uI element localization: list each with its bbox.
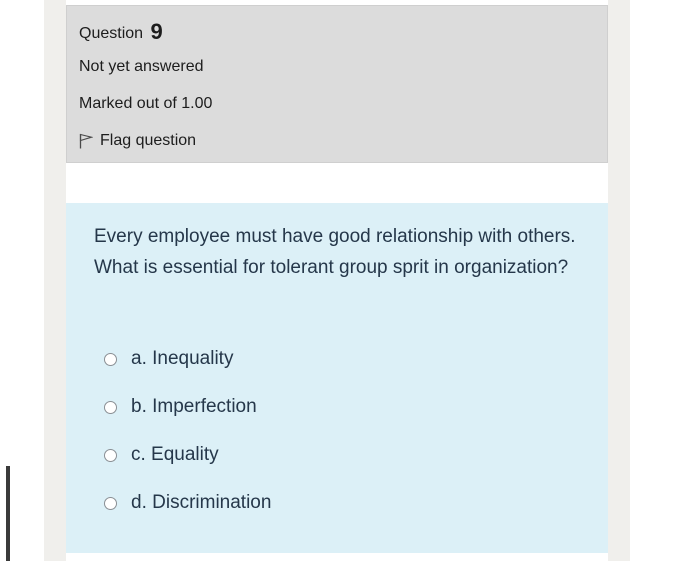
radio-d[interactable]	[104, 496, 117, 510]
left-edge-bar	[6, 466, 10, 561]
quiz-page: Question 9 Not yet answered Marked out o…	[0, 0, 700, 561]
answer-option-c[interactable]: c. Equality	[104, 444, 219, 466]
question-heading: Question 9	[79, 19, 163, 45]
answer-option-d[interactable]: d. Discrimination	[104, 492, 271, 514]
question-content: Every employee must have good relationsh…	[66, 203, 608, 553]
answer-option-b[interactable]: b. Imperfection	[104, 396, 257, 418]
left-margin-rail	[44, 0, 66, 561]
answer-option-a[interactable]: a. Inequality	[104, 348, 233, 370]
radio-b[interactable]	[104, 400, 117, 414]
question-state: Not yet answered	[79, 58, 204, 75]
right-margin-rail	[608, 0, 630, 561]
answer-label-d: d. Discrimination	[131, 492, 272, 513]
radio-c[interactable]	[104, 448, 117, 462]
question-number: 9	[150, 19, 163, 44]
answer-label-c: c. Equality	[131, 444, 219, 465]
question-label: Question	[79, 25, 144, 42]
question-info-panel: Question 9 Not yet answered Marked out o…	[66, 5, 608, 163]
flag-question-link[interactable]: Flag question	[79, 132, 196, 150]
answer-label-b: b. Imperfection	[131, 396, 257, 417]
radio-a[interactable]	[104, 352, 117, 366]
question-text: Every employee must have good relationsh…	[94, 226, 576, 278]
answer-label-a: a. Inequality	[131, 348, 234, 369]
flag-icon	[79, 133, 94, 149]
question-grade: Marked out of 1.00	[79, 95, 213, 112]
flag-question-label: Flag question	[100, 132, 197, 149]
